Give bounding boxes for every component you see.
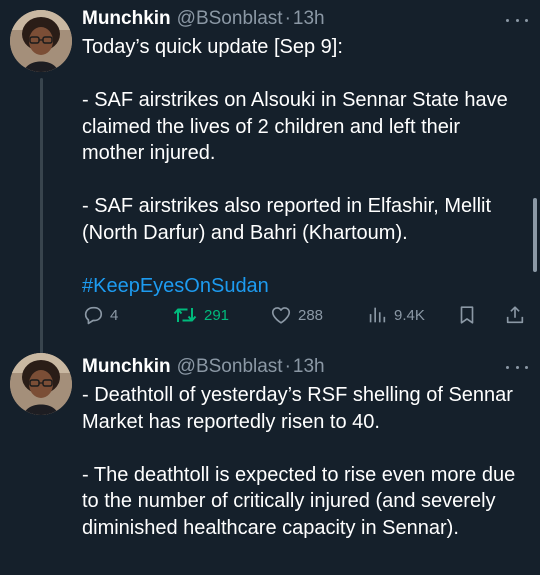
more-icon[interactable] [506, 359, 528, 375]
views-icon [369, 307, 386, 323]
tweet-paragraph: - The deathtoll is expected to rise even… [82, 463, 516, 539]
tweet-header: Munchkin @BSonblast · 13h [82, 356, 325, 380]
tweet[interactable]: Munchkin @BSonblast · 13h - Deathtoll of… [0, 345, 540, 575]
tweet-text: - Deathtoll of yesterday’s RSF shelling … [82, 382, 527, 541]
author-handle[interactable]: @BSonblast [177, 356, 283, 378]
author-name[interactable]: Munchkin [82, 8, 171, 30]
tweet-paragraph: - Deathtoll of yesterday’s RSF shelling … [82, 384, 513, 433]
retweet-icon [173, 308, 197, 322]
more-icon[interactable] [506, 12, 528, 28]
views-button[interactable]: 9.4K [366, 302, 425, 328]
author-handle[interactable]: @BSonblast [177, 8, 283, 30]
thread-line [40, 78, 43, 358]
separator-dot: · [284, 8, 291, 29]
separator-dot: · [284, 356, 291, 377]
like-count: 288 [298, 306, 324, 324]
retweet-count: 291 [204, 306, 230, 324]
author-name[interactable]: Munchkin [82, 356, 171, 378]
retweet-button[interactable]: 291 [172, 302, 229, 328]
heart-icon [271, 307, 291, 324]
hashtag-link[interactable]: #KeepEyesOnSudan [82, 273, 527, 300]
avatar[interactable] [10, 353, 72, 415]
views-count: 9.4K [394, 306, 425, 324]
tweet[interactable]: Munchkin @BSonblast · 13h Today’s quick … [0, 0, 540, 358]
tweet-timestamp[interactable]: 13h [293, 356, 325, 378]
tweet-actions: 4 291 288 9.4K [82, 302, 527, 328]
reply-button[interactable]: 4 [82, 302, 118, 328]
like-button[interactable]: 288 [270, 302, 323, 328]
share-icon [506, 306, 524, 324]
scrollbar[interactable] [533, 198, 537, 272]
tweet-paragraph: Today’s quick update [Sep 9]: [82, 36, 343, 58]
tweet-paragraph: - SAF airstrikes also reported in Elfash… [82, 195, 492, 244]
tweet-paragraph: - SAF airstrikes on Alsouki in Sennar St… [82, 89, 508, 164]
tweet-timestamp[interactable]: 13h [293, 8, 325, 30]
bookmark-icon [460, 306, 474, 324]
reply-icon [84, 306, 103, 325]
avatar[interactable] [10, 10, 72, 72]
bookmark-button[interactable] [456, 302, 478, 328]
reply-count: 4 [110, 306, 119, 324]
share-button[interactable] [504, 302, 526, 328]
tweet-text: Today’s quick update [Sep 9]: - SAF airs… [82, 34, 527, 299]
tweet-header: Munchkin @BSonblast · 13h [82, 8, 325, 32]
